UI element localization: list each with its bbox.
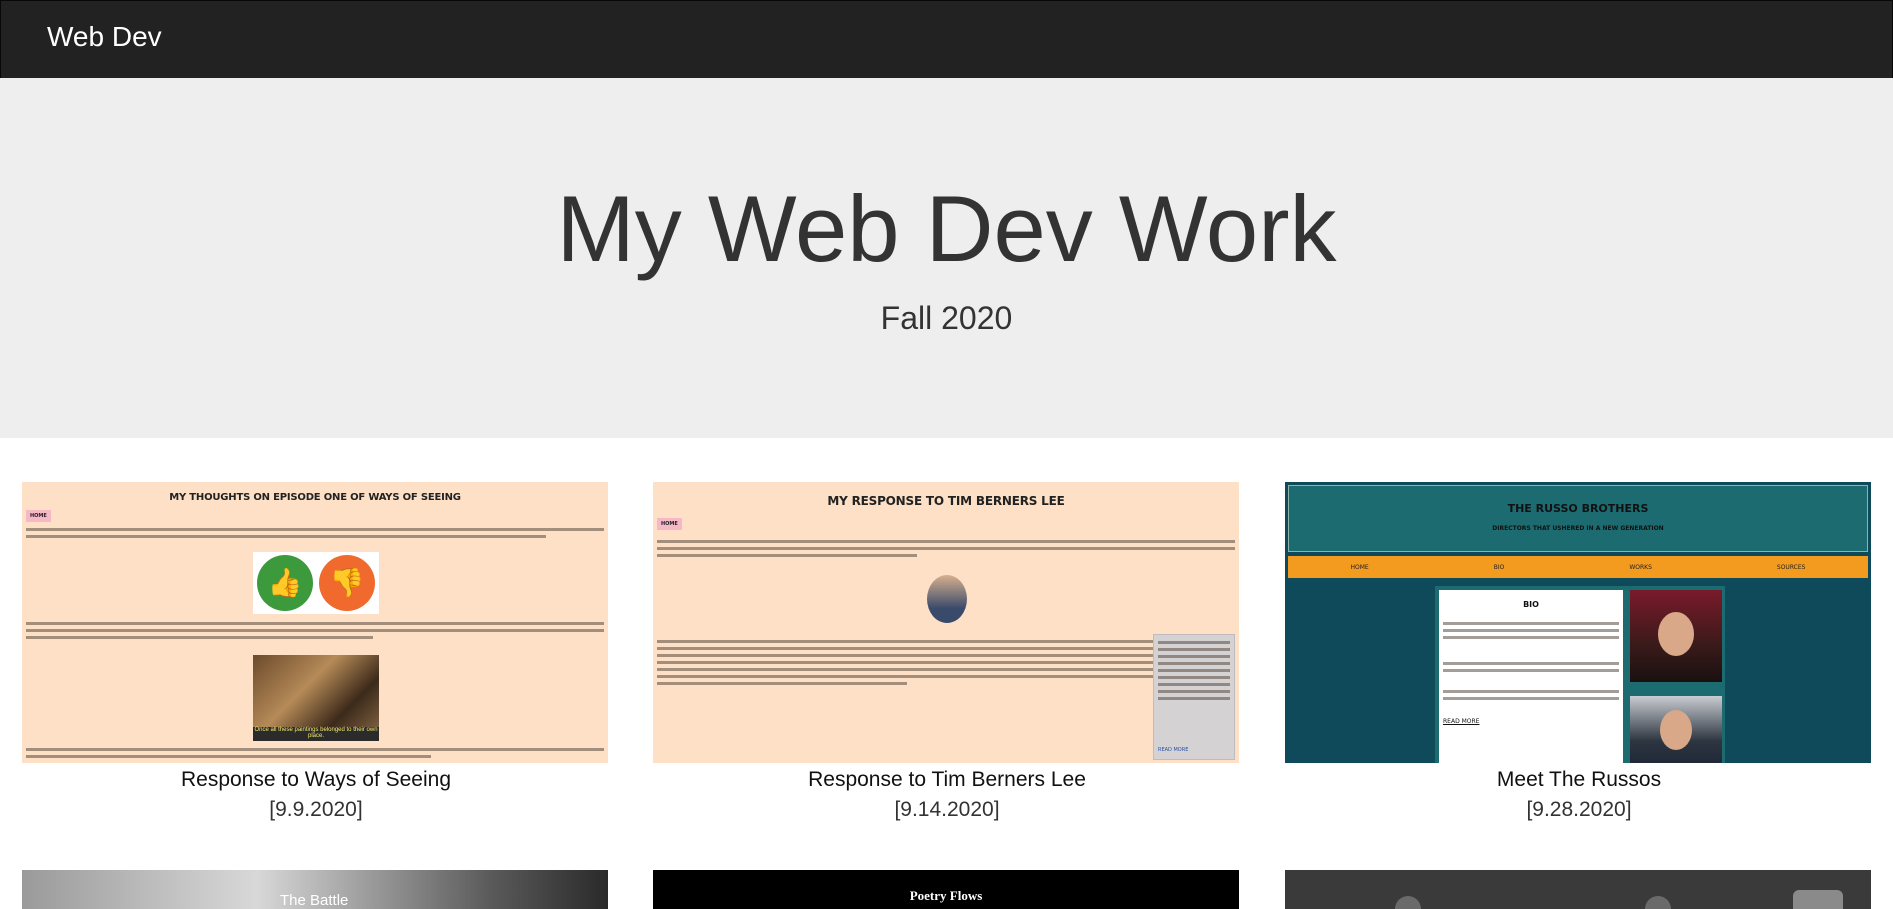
project-title: Meet The Russos (1496, 768, 1662, 791)
painting-image: Once all these paintings belonged to the… (253, 655, 379, 741)
page-title: My Web Dev Work (556, 176, 1337, 281)
project-card-ways-of-seeing: MY THOUGHTS ON EPISODE ONE OF WAYS OF SE… (22, 482, 610, 822)
brand-link[interactable]: Web Dev (47, 21, 162, 53)
hero-jumbotron: My Web Dev Work Fall 2020 (0, 78, 1893, 438)
thumb-read-more: READ MORE (1443, 718, 1480, 725)
project-title: Response to Ways of Seeing (180, 768, 452, 791)
thumb-heading: MY THOUGHTS ON EPISODE ONE OF WAYS OF SE… (169, 492, 461, 503)
thumb-decor (1645, 896, 1671, 909)
project-thumbnail-russos[interactable]: THE RUSSO BROTHERS DIRECTORS THAT USHERE… (1285, 482, 1871, 763)
project-card-russos: THE RUSSO BROTHERS DIRECTORS THAT USHERE… (1285, 482, 1873, 822)
thumb-heading: THE RUSSO BROTHERS (1507, 502, 1649, 515)
thumb-nav: HOME BIO WORKS SOURCES (1288, 556, 1868, 578)
project-date: [9.28.2020] (1526, 798, 1632, 821)
project-thumbnail-third[interactable] (1285, 870, 1871, 909)
thumb-text-block-3 (26, 748, 604, 762)
project-date: [9.9.2020] (269, 798, 363, 821)
thumb-decor (1793, 890, 1843, 909)
page-subtitle: Fall 2020 (880, 300, 1013, 336)
project-date: [9.14.2020] (894, 798, 1000, 821)
thumb-text-block-2 (657, 640, 1157, 689)
thumb-home-chip: HOME (657, 518, 682, 530)
thumbs-image: 👍 👎 (253, 552, 379, 614)
thumb-label: The Battle (280, 892, 349, 909)
director-photo-1 (1630, 590, 1722, 682)
thumb-label: Poetry Flows (909, 888, 983, 903)
thumb-text-block-2 (26, 622, 604, 643)
thumb-tagline: DIRECTORS THAT USHERED IN A NEW GENERATI… (1492, 525, 1664, 532)
project-thumbnail-tim-berners-lee[interactable]: MY RESPONSE TO TIM BERNERS LEE HOME READ… (653, 482, 1239, 763)
thumb-aside: READ MORE (1153, 634, 1235, 760)
thumb-bio-panel: BIO READ MORE (1439, 590, 1623, 763)
project-thumbnail-poetry-flows[interactable]: Poetry Flows (653, 870, 1239, 909)
thumb-heading: MY RESPONSE TO TIM BERNERS LEE (827, 494, 1065, 508)
thumb-text-block (26, 528, 604, 542)
project-thumbnail-ways-of-seeing[interactable]: MY THOUGHTS ON EPISODE ONE OF WAYS OF SE… (22, 482, 608, 763)
portrait-image (927, 575, 967, 623)
aside-read-more-link: READ MORE (1158, 747, 1189, 753)
thumb-nav-bio: BIO (1493, 563, 1505, 571)
painting-caption: Once all these paintings belonged to the… (253, 727, 379, 741)
project-thumbnail-the-battle[interactable]: The Battle (22, 870, 608, 909)
thumb-header: THE RUSSO BROTHERS DIRECTORS THAT USHERE… (1288, 485, 1868, 552)
thumb-content: BIO READ MORE (1435, 586, 1725, 763)
thumb-bio-title: BIO (1523, 600, 1539, 609)
thumb-home-chip: HOME (26, 510, 51, 522)
thumb-nav-works: WORKS (1629, 563, 1652, 571)
thumb-nav-home: HOME (1350, 563, 1369, 571)
thumb-nav-sources: SOURCES (1776, 563, 1806, 571)
top-navbar: Web Dev (0, 0, 1893, 79)
thumb-decor (1395, 896, 1421, 909)
thumb-text-block (657, 540, 1235, 561)
thumbs-up-icon: 👍 (257, 555, 313, 611)
project-card-tim-berners-lee: MY RESPONSE TO TIM BERNERS LEE HOME READ… (653, 482, 1241, 822)
project-title: Response to Tim Berners Lee (808, 768, 1086, 791)
director-photo-2 (1630, 696, 1722, 763)
thumbs-down-icon: 👎 (319, 555, 375, 611)
